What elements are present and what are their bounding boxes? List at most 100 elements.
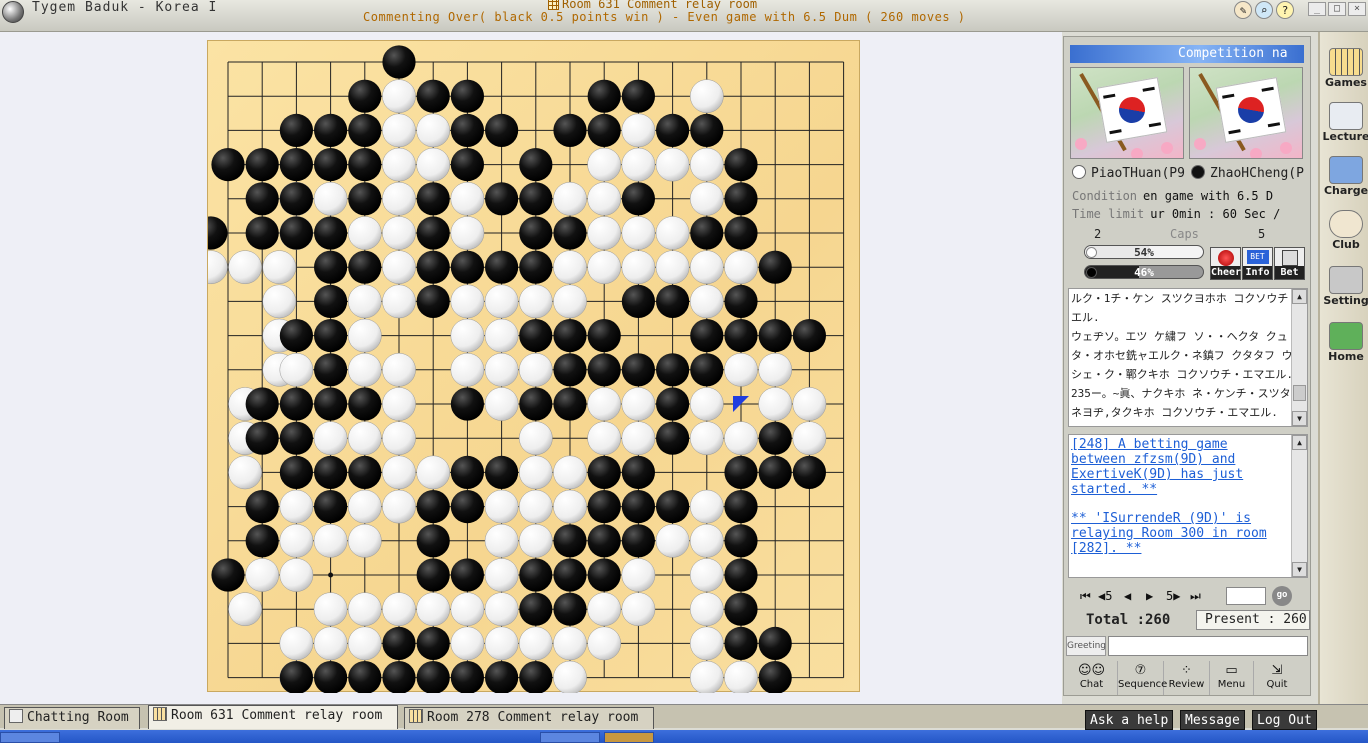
white-stone (450, 626, 485, 661)
cheer-button[interactable]: Cheer (1210, 247, 1241, 280)
white-stone (484, 592, 519, 627)
maximize-button[interactable]: □ (1328, 2, 1346, 16)
tab-chatting-room[interactable]: Chatting Room (4, 707, 140, 729)
sidebar-lecture[interactable]: Lecture (1322, 98, 1368, 148)
game-info-panel: Competition na PiaoTHuan(P9 ZhaoHCheng(P… (1063, 36, 1311, 696)
greeting-input[interactable] (1108, 636, 1308, 656)
white-stone (382, 387, 416, 421)
notice-scrollbar[interactable]: ▲ ▼ (1291, 435, 1307, 577)
black-stone (245, 387, 279, 421)
paint-icon[interactable]: ✎ (1234, 1, 1252, 19)
white-stone (724, 660, 758, 693)
taskbar (0, 730, 1368, 743)
commentary-scrollbar[interactable]: ▲ ▼ (1291, 289, 1307, 426)
bet-button[interactable]: Bet (1274, 247, 1305, 280)
notice-message[interactable]: [248] A betting game between zfzsm(9D) a… (1069, 435, 1291, 497)
notice-message[interactable]: ** 'ISurrendeR (9D)' is relaying Room 30… (1069, 509, 1291, 556)
sidebar-games[interactable]: Games (1322, 44, 1368, 94)
message-button[interactable]: Message (1180, 710, 1245, 730)
white-stone (262, 250, 297, 285)
commentary-box[interactable]: ルク・1チ・ケン スツクヨホホ コクソウチ・エマエル. ウェヂソ。エツ ケ繍フ ソ… (1068, 288, 1308, 427)
black-stone (621, 490, 655, 524)
black-stone (279, 387, 313, 421)
back-5-button[interactable]: ◀5 (1098, 589, 1112, 603)
white-stone (689, 489, 724, 524)
greeting-button[interactable]: Greeting (1066, 636, 1106, 656)
last-move-button[interactable]: ⏭ (1190, 589, 1201, 604)
korean-flag-icon (1096, 77, 1168, 143)
close-button[interactable]: × (1348, 2, 1366, 16)
prev-move-button[interactable]: ◀ (1124, 589, 1131, 603)
menu-button[interactable]: ▭ Menu (1210, 661, 1254, 695)
chat-button[interactable]: ☺☺ Chat (1066, 661, 1118, 695)
white-stone (484, 558, 519, 592)
white-stone (347, 421, 382, 456)
white-stone (416, 113, 451, 148)
scroll-up-icon[interactable]: ▲ (1292, 435, 1307, 450)
tab-room-631[interactable]: Room 631 Comment relay room (148, 705, 398, 729)
black-stone (587, 455, 621, 489)
sidebar-setting[interactable]: Setting (1322, 262, 1368, 312)
white-stone (689, 660, 724, 693)
review-icon: ⁘ (1181, 663, 1192, 678)
sidebar-charge[interactable]: Charge (1322, 152, 1368, 202)
sidebar-club[interactable]: Club (1322, 206, 1368, 256)
white-stone (279, 558, 314, 592)
black-stone (314, 250, 348, 284)
taskbar-item[interactable] (0, 732, 60, 743)
ask-help-button[interactable]: Ask a help (1085, 710, 1174, 730)
white-stone (279, 523, 314, 558)
white-stone (279, 489, 314, 524)
white-stone (484, 318, 519, 353)
black-stone (314, 216, 348, 250)
sequence-button[interactable]: ⑦ Sequence (1118, 661, 1167, 695)
comment-line: エル. (1071, 311, 1100, 324)
search-icon[interactable]: ⌕ (1255, 1, 1273, 19)
white-stone (484, 387, 519, 421)
white-stone (484, 626, 519, 661)
sidebar-home[interactable]: Home (1322, 318, 1368, 368)
help-icon[interactable]: ? (1276, 1, 1294, 19)
taskbar-item[interactable] (604, 732, 654, 743)
player-black-name[interactable]: ZhaoHCheng(P (1191, 165, 1305, 181)
black-stone (279, 421, 313, 455)
comment-line: 235ー。~眞、ナクキホ ネ・ケンチ・スツタフ (1071, 387, 1291, 400)
bet-info-button[interactable]: BET Info (1242, 247, 1273, 280)
notice-box[interactable]: [248] A betting game between zfzsm(9D) a… (1068, 434, 1308, 578)
black-stone (382, 45, 416, 79)
app-logo-icon (2, 1, 24, 23)
white-stone (689, 523, 724, 558)
first-move-button[interactable]: ⏮ (1080, 589, 1091, 604)
black-stone (279, 113, 313, 147)
scroll-down-icon[interactable]: ▼ (1292, 562, 1307, 577)
go-board[interactable] (207, 40, 861, 693)
white-stone-icon (1072, 165, 1086, 179)
scroll-up-icon[interactable]: ▲ (1292, 289, 1307, 304)
white-stone (416, 147, 451, 182)
forward-5-button[interactable]: 5▶ (1166, 589, 1180, 603)
taskbar-item[interactable] (540, 732, 600, 743)
black-stone (553, 558, 587, 592)
black-stone (724, 148, 758, 182)
scroll-thumb[interactable] (1293, 385, 1306, 401)
black-stone (348, 455, 382, 489)
black-stone (587, 319, 621, 353)
quit-button[interactable]: ⇲ Quit (1254, 661, 1300, 695)
next-move-button[interactable]: ▶ (1146, 589, 1153, 603)
comment-line: シ・ケ・タクト (1069, 422, 1291, 426)
board-canvas[interactable] (208, 41, 861, 693)
white-stone (450, 216, 485, 250)
black-stone (314, 661, 348, 693)
greeting-row: Greeting (1066, 635, 1310, 657)
white-stone (382, 113, 416, 148)
logout-button[interactable]: Log Out (1252, 710, 1317, 730)
player-white-name[interactable]: PiaoTHuan(P9 (1072, 165, 1186, 181)
review-button[interactable]: ⁘ Review (1164, 661, 1210, 695)
black-stone (758, 421, 792, 455)
go-button[interactable]: go (1272, 586, 1292, 606)
black-stone (348, 182, 382, 216)
scroll-down-icon[interactable]: ▼ (1292, 411, 1307, 426)
tab-room-278[interactable]: Room 278 Comment relay room (404, 707, 654, 729)
minimize-button[interactable]: _ (1308, 2, 1326, 16)
move-number-input[interactable] (1226, 587, 1266, 605)
